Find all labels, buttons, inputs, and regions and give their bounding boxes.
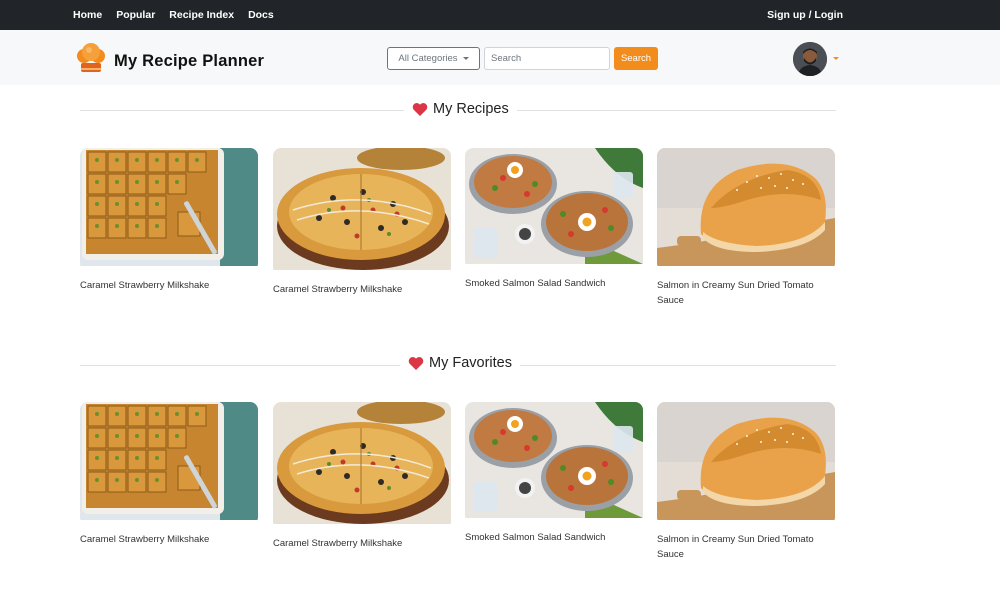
top-nav-links: Home Popular Recipe Index Docs [73,0,274,30]
recipe-card[interactable]: Salmon in Creamy Sun Dried Tomato Sauce [657,148,835,308]
category-dropdown-label: All Categories [398,53,458,64]
recipe-image-baklava[interactable] [80,148,258,271]
section-heading-my-recipes: My Recipes [404,101,517,117]
recipe-title[interactable]: Caramel Strawberry Milkshake [80,279,258,294]
recipe-card[interactable]: Salmon in Creamy Sun Dried Tomato Sauce [657,402,835,562]
search-button[interactable]: Search [614,47,658,70]
recipe-card[interactable]: Smoked Salmon Salad Sandwich [465,148,643,292]
nav-home-link[interactable]: Home [73,9,102,21]
recipe-title[interactable]: Smoked Salmon Salad Sandwich [465,277,643,292]
nav-recipe-index-link[interactable]: Recipe Index [169,9,234,21]
recipe-card[interactable]: Caramel Strawberry Milkshake [80,148,258,294]
recipe-image-bread-loaf[interactable] [657,148,835,271]
recipe-image-pizza[interactable] [273,402,451,529]
recipe-image-salad-bowls[interactable] [465,402,643,523]
recipe-title[interactable]: Caramel Strawberry Milkshake [273,283,451,298]
heart-icon [408,356,424,370]
section-heading-my-favorites: My Favorites [400,355,520,371]
chef-hat-logo-icon [73,41,109,82]
signup-login-link[interactable]: Sign up / Login [767,9,843,21]
category-dropdown-button[interactable]: All Categories [387,47,480,70]
search-input[interactable] [484,47,610,70]
user-menu-caret-icon[interactable] [833,57,839,60]
brand-title: My Recipe Planner [114,52,265,70]
recipe-card[interactable]: Caramel Strawberry Milkshake [273,148,451,298]
recipe-image-bread-loaf[interactable] [657,402,835,525]
top-navbar: Home Popular Recipe Index Docs Sign up /… [0,0,1000,30]
section-title: My Favorites [429,355,512,371]
section-title: My Recipes [433,101,509,117]
brand-logo-link[interactable]: My Recipe Planner [73,41,264,82]
recipe-title[interactable]: Salmon in Creamy Sun Dried Tomato Sauce [657,279,835,308]
recipe-card[interactable]: Caramel Strawberry Milkshake [80,402,258,548]
recipe-image-salad-bowls[interactable] [465,148,643,269]
nav-popular-link[interactable]: Popular [116,9,155,21]
recipe-title[interactable]: Caramel Strawberry Milkshake [273,537,451,552]
recipe-image-baklava[interactable] [80,402,258,525]
recipe-title[interactable]: Smoked Salmon Salad Sandwich [465,531,643,546]
nav-docs-link[interactable]: Docs [248,9,274,21]
heart-icon [412,102,428,116]
chevron-down-icon [462,57,469,60]
recipe-image-pizza[interactable] [273,148,451,275]
recipe-title[interactable]: Salmon in Creamy Sun Dried Tomato Sauce [657,533,835,562]
recipe-title[interactable]: Caramel Strawberry Milkshake [80,533,258,548]
recipe-card[interactable]: Smoked Salmon Salad Sandwich [465,402,643,546]
user-avatar[interactable] [793,42,827,76]
recipe-card[interactable]: Caramel Strawberry Milkshake [273,402,451,552]
